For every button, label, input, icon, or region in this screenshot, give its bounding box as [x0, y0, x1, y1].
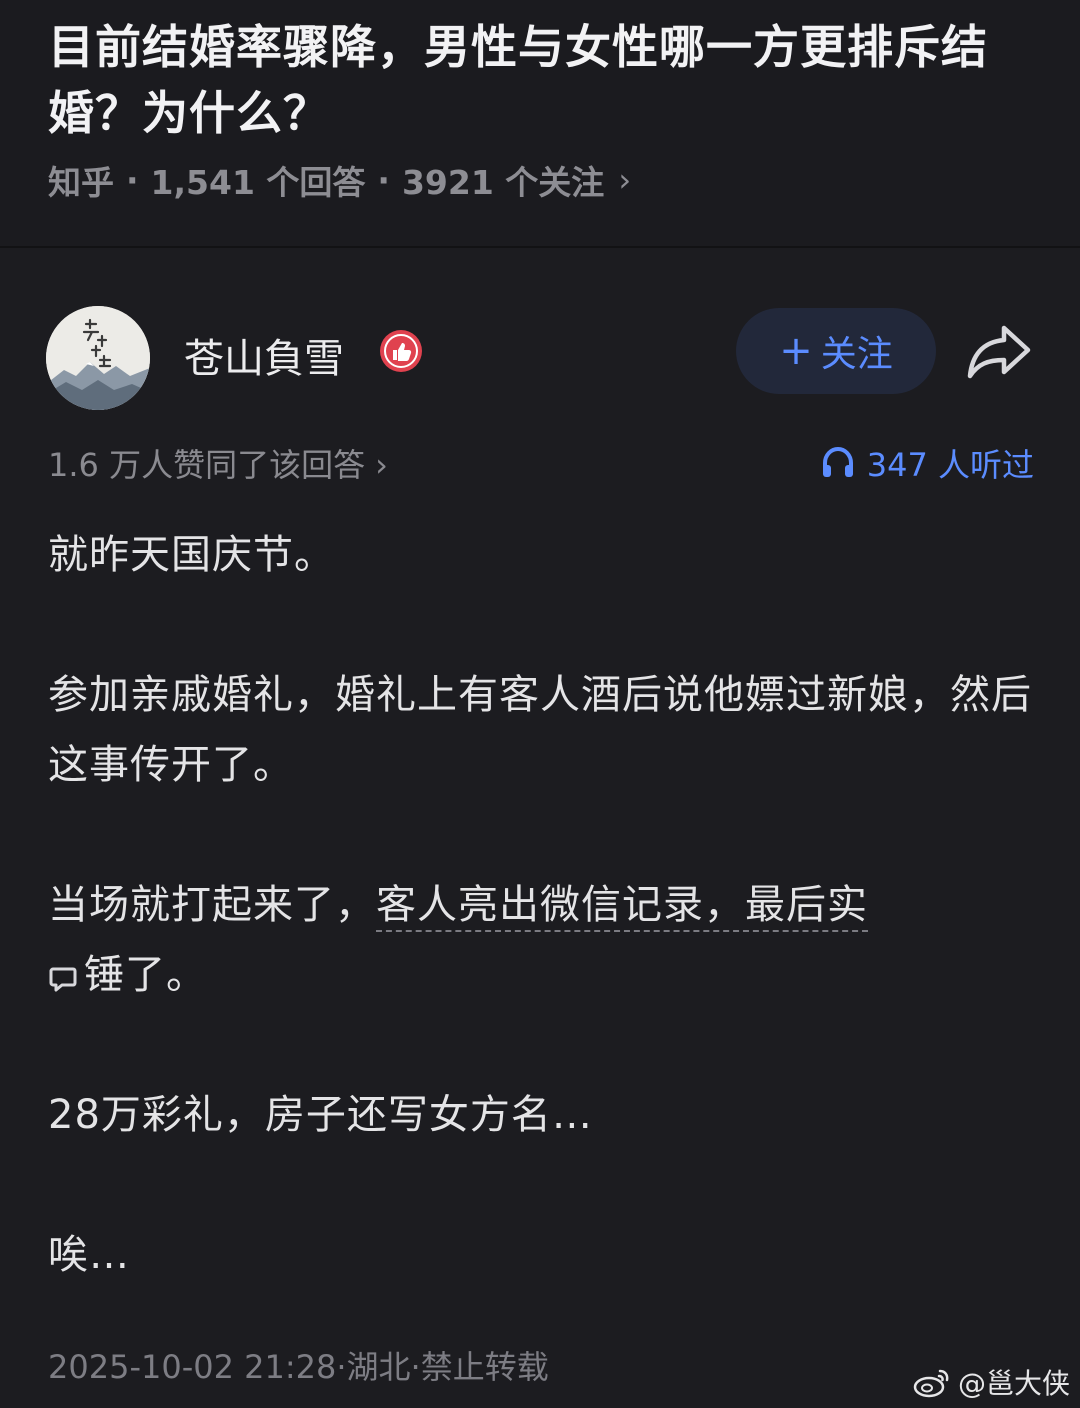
- highlighted-text[interactable]: 客人亮出微信记录，最后实: [376, 882, 868, 932]
- question-title[interactable]: 目前结婚率骤降，男性与女性哪一方更排斥结婚？为什么？: [48, 14, 1048, 146]
- separator: ·: [126, 160, 139, 200]
- listen-count-label: 347 人听过: [866, 446, 1034, 484]
- author-name[interactable]: 苍山負雪: [184, 326, 344, 384]
- listen-count[interactable]: 347 人听过: [821, 440, 1034, 486]
- paragraph-text: 当场就打起来了，: [48, 882, 376, 928]
- follow-button[interactable]: + 关注: [736, 308, 936, 394]
- answer-paragraph: 唉…: [48, 1232, 130, 1278]
- answer-card: 苍山負雪 + 关注 1.6 万人赞同了该回答 › 347 人听过 就昨天国庆节。…: [0, 250, 1080, 1408]
- stats-row: 1.6 万人赞同了该回答 › 347 人听过: [48, 440, 1034, 484]
- answer-paragraph: 就昨天国庆节。: [48, 532, 335, 578]
- share-icon[interactable]: [966, 322, 1032, 380]
- weibo-icon: [913, 1369, 949, 1398]
- chevron-right-icon: ›: [618, 161, 632, 199]
- question-header: 目前结婚率骤降，男性与女性哪一方更排斥结婚？为什么？ 知乎 · 1,541 个回…: [0, 0, 1080, 248]
- watermark: @邕大侠: [912, 1362, 1070, 1402]
- avatar[interactable]: [46, 306, 150, 410]
- watermark-text: @邕大侠: [957, 1367, 1070, 1400]
- paragraph-text: 锤了。: [84, 952, 207, 998]
- plus-icon: +: [779, 328, 813, 374]
- follow-button-label: 关注: [820, 334, 893, 375]
- avatar-image: [46, 306, 150, 410]
- author-row: 苍山負雪 + 关注: [46, 306, 1036, 410]
- answer-count: 1,541 个回答: [150, 163, 366, 202]
- source-label: 知乎: [48, 163, 114, 202]
- follow-count: 3921 个关注: [401, 163, 605, 202]
- headphone-icon: [822, 446, 853, 477]
- question-meta[interactable]: 知乎 · 1,541 个回答 · 3921 个关注 ›: [48, 156, 631, 204]
- separator: ·: [377, 160, 390, 200]
- comment-icon[interactable]: [48, 964, 78, 994]
- answer-page: 目前结婚率骤降，男性与女性哪一方更排斥结婚？为什么？ 知乎 · 1,541 个回…: [0, 0, 1080, 1408]
- answer-paragraph: 28万彩礼，房子还写女方名…: [48, 1092, 593, 1138]
- answer-paragraph: 参加亲戚婚礼，婚礼上有客人酒后说他嫖过新娘，然后这事传开了。: [48, 672, 1032, 788]
- chevron-right-icon: ›: [375, 446, 388, 484]
- answer-paragraph: 当场就打起来了，客人亮出微信记录，最后实锤了。: [48, 870, 1034, 1010]
- answer-footer-meta: 2025-10-02 21:28·湖北·禁止转载: [48, 1348, 549, 1386]
- likes-summary[interactable]: 1.6 万人赞同了该回答 ›: [48, 440, 388, 486]
- likes-count: 1.6 万人赞同了该回答: [48, 446, 366, 484]
- thumbs-up-badge-icon: [380, 330, 422, 372]
- answer-content: 就昨天国庆节。 参加亲戚婚礼，婚礼上有客人酒后说他嫖过新娘，然后这事传开了。 当…: [48, 520, 1034, 1290]
